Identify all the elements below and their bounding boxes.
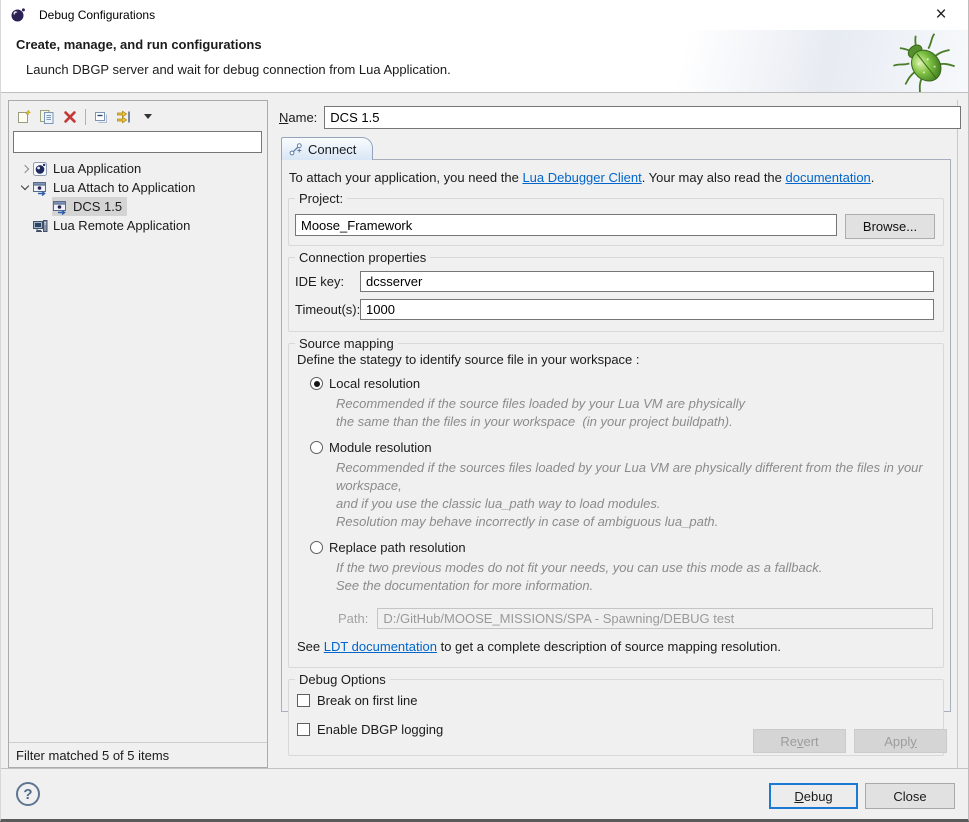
chevron-down-icon[interactable]	[18, 186, 32, 189]
configurations-tree: Lua Application Lua Attach to Applicatio…	[9, 159, 267, 235]
replace-path-resolution-description: If the two previous modes do not fit you…	[336, 559, 935, 595]
banner-subtitle: Launch DBGP server and wait for debug co…	[26, 62, 451, 77]
filter-configurations-input[interactable]	[13, 131, 262, 153]
name-label: Name:	[279, 110, 317, 125]
timeout-input[interactable]	[360, 299, 934, 320]
caret-down-icon	[144, 114, 152, 119]
radio-replace-path-resolution-label: Replace path resolution	[329, 540, 466, 555]
lua-application-icon	[32, 161, 48, 177]
configurations-toolbar	[9, 101, 267, 129]
radio-replace-path-resolution[interactable]: Replace path resolution	[310, 540, 935, 555]
toolbar-separator	[85, 109, 86, 125]
module-resolution-description: Recommended if the sources files loaded …	[336, 459, 935, 531]
path-input	[377, 608, 933, 629]
collapse-all-button[interactable]	[90, 106, 112, 128]
tree-item-lua-attach-to-application[interactable]: Lua Attach to Application	[9, 178, 267, 197]
browse-button[interactable]: Browse...	[845, 214, 935, 239]
intro-text: To attach your application, you need the…	[289, 170, 946, 185]
ide-key-input[interactable]	[360, 271, 934, 292]
connection-properties-legend: Connection properties	[295, 250, 430, 265]
documentation-link[interactable]: documentation	[786, 170, 871, 185]
name-input[interactable]	[324, 106, 961, 129]
break-on-first-line-label: Break on first line	[317, 693, 417, 708]
lua-debugger-client-link[interactable]: Lua Debugger Client	[522, 170, 641, 185]
radio-local-resolution[interactable]: Local resolution	[310, 376, 935, 391]
lua-remote-application-icon	[32, 218, 48, 234]
help-button[interactable]: ?	[16, 782, 40, 806]
checkbox-icon[interactable]	[297, 723, 310, 736]
tree-item-label: Lua Attach to Application	[53, 180, 195, 195]
ldt-documentation-link[interactable]: LDT documentation	[324, 639, 437, 654]
path-label: Path:	[338, 611, 368, 626]
tree-item-label: Lua Remote Application	[53, 218, 190, 233]
radio-module-resolution-label: Module resolution	[329, 440, 432, 455]
local-resolution-description: Recommended if the source files loaded b…	[336, 395, 935, 431]
timeout-label: Timeout(s):	[295, 302, 360, 317]
configuration-editor: Name: Connect To attach your application…	[277, 100, 958, 768]
filter-status: Filter matched 5 of 5 items	[9, 742, 267, 767]
filter-status-text: Filter matched 5 of 5 items	[16, 748, 169, 763]
tree-item-label: Lua Application	[53, 161, 141, 176]
chevron-right-icon[interactable]	[18, 166, 32, 172]
tree-item-lua-remote-application[interactable]: Lua Remote Application	[9, 216, 267, 235]
filter-configurations-button[interactable]	[113, 106, 135, 128]
debug-button[interactable]: Debug	[769, 783, 858, 809]
question-mark-icon: ?	[23, 786, 32, 803]
project-group: Project: Browse...	[288, 198, 944, 246]
tree-selection-highlight: DCS 1.5	[52, 197, 127, 216]
checkbox-break-on-first-line[interactable]: Break on first line	[297, 693, 935, 708]
bug-icon	[893, 32, 957, 95]
tree-item-label: DCS 1.5	[73, 199, 122, 214]
debug-options-legend: Debug Options	[295, 672, 390, 687]
lua-attach-icon	[52, 199, 68, 215]
radio-local-resolution-label: Local resolution	[329, 376, 420, 391]
project-input[interactable]	[295, 214, 837, 236]
radio-module-resolution[interactable]: Module resolution	[310, 440, 935, 455]
apply-button[interactable]: Apply	[854, 729, 947, 753]
close-button[interactable]: Close	[865, 783, 955, 809]
source-mapping-group: Source mapping Define the stategy to ide…	[288, 343, 944, 668]
connect-tab-content: To attach your application, you need the…	[281, 159, 951, 712]
tab-connect[interactable]: Connect	[281, 137, 373, 160]
tab-connect-label: Connect	[308, 142, 356, 157]
revert-button[interactable]: Revert	[753, 729, 846, 753]
footer-separator	[0, 768, 969, 769]
radio-button-icon[interactable]	[310, 541, 323, 554]
project-group-legend: Project:	[295, 191, 347, 206]
tree-item-dcs-15[interactable]: DCS 1.5	[9, 197, 267, 216]
header-banner: Create, manage, and run configurations L…	[0, 30, 969, 92]
banner-title: Create, manage, and run configurations	[16, 37, 262, 52]
radio-button-icon[interactable]	[310, 441, 323, 454]
connect-tab-icon	[289, 142, 303, 156]
enable-dbgp-logging-label: Enable DBGP logging	[317, 722, 443, 737]
source-mapping-hint: Define the stategy to identify source fi…	[297, 352, 935, 367]
new-configuration-button[interactable]	[13, 106, 35, 128]
ide-key-label: IDE key:	[295, 274, 360, 289]
source-mapping-legend: Source mapping	[295, 336, 398, 351]
tree-item-lua-application[interactable]: Lua Application	[9, 159, 267, 178]
checkbox-icon[interactable]	[297, 694, 310, 707]
header-separator	[0, 92, 969, 93]
radio-button-icon[interactable]	[310, 377, 323, 390]
debug-configurations-icon	[10, 7, 26, 23]
title-bar: Debug Configurations ×	[0, 0, 969, 30]
delete-configuration-button[interactable]	[59, 106, 81, 128]
window-title: Debug Configurations	[39, 8, 155, 22]
configurations-panel: Lua Application Lua Attach to Applicatio…	[8, 100, 268, 768]
connection-properties-group: Connection properties IDE key: Timeout(s…	[288, 257, 944, 332]
see-documentation-text: See LDT documentation to get a complete …	[297, 639, 935, 654]
close-icon[interactable]: ×	[923, 0, 959, 30]
filter-dropdown-caret[interactable]	[136, 106, 158, 128]
lua-attach-icon	[32, 180, 48, 196]
duplicate-configuration-button[interactable]	[36, 106, 58, 128]
